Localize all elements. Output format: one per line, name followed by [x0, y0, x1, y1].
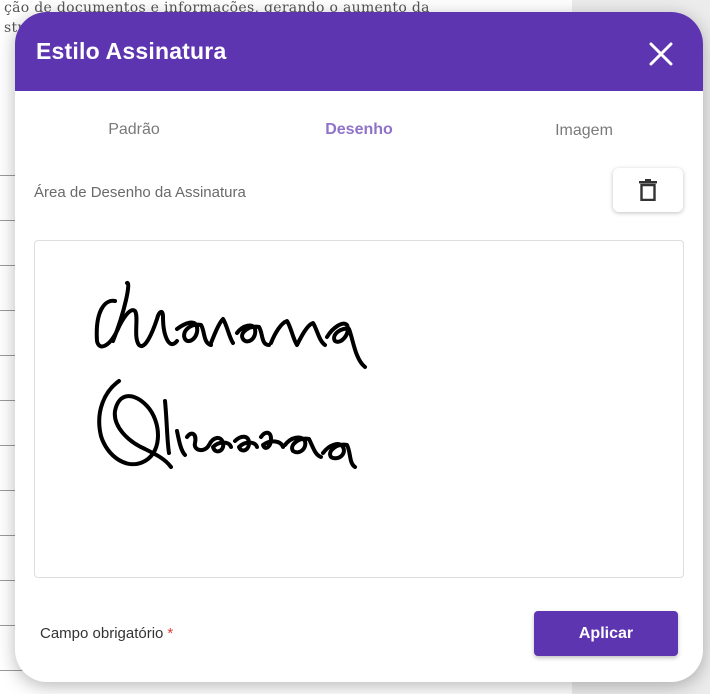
dialog-title: Estilo Assinatura	[36, 38, 227, 64]
tab-padrao[interactable]: Padrão	[108, 121, 160, 139]
trash-icon	[639, 179, 657, 201]
signature-canvas[interactable]	[34, 240, 684, 578]
tab-bar: Padrão Desenho Imagem	[15, 91, 703, 163]
close-button[interactable]	[643, 36, 679, 72]
tab-imagem[interactable]: Imagem	[555, 122, 613, 140]
tab-desenho[interactable]: Desenho	[325, 121, 393, 139]
signature-style-dialog: Estilo Assinatura Padrão Desenho Imagem …	[15, 12, 703, 682]
required-asterisk: *	[167, 625, 174, 642]
signature-drawing	[94, 280, 367, 469]
close-icon	[649, 42, 673, 66]
required-field-text: Campo obrigatório	[40, 625, 164, 642]
required-field-label: Campo obrigatório *	[40, 625, 173, 642]
drawing-area-label: Área de Desenho da Assinatura	[34, 184, 246, 201]
apply-button[interactable]: Aplicar	[534, 611, 678, 656]
dialog-header: Estilo Assinatura	[15, 12, 703, 91]
clear-drawing-button[interactable]	[613, 168, 683, 212]
